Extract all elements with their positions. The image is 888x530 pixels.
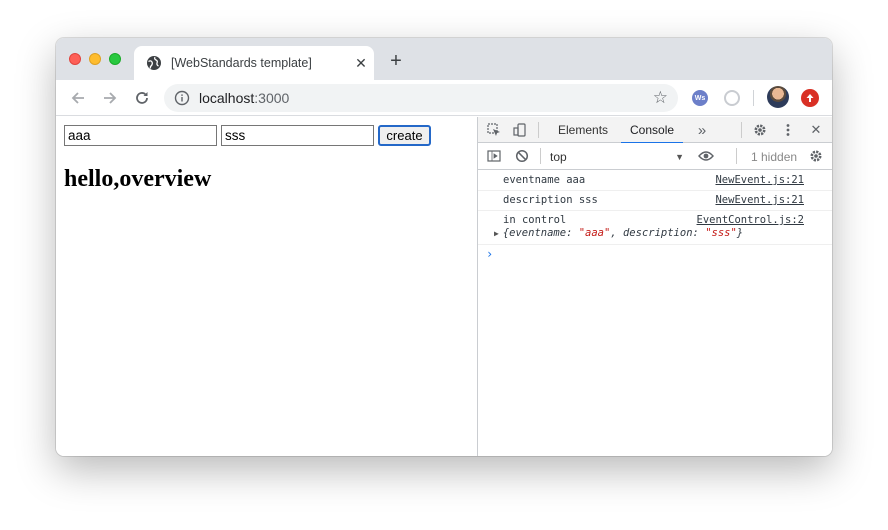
page-heading: hello,overview [64, 166, 212, 192]
reload-icon[interactable] [130, 86, 154, 110]
browser-tab[interactable]: [WebStandards template] ✕ [134, 46, 374, 80]
context-selector[interactable]: top ▼ [550, 149, 684, 165]
browser-toolbar: localhost:3000 ☆ Ws [56, 80, 832, 116]
url-port: :3000 [254, 90, 290, 106]
message-text: description sss [503, 194, 598, 206]
page-viewport: create hello,overview [56, 117, 477, 456]
live-expression-eye-icon[interactable] [698, 148, 714, 164]
devtools-divider [741, 122, 742, 138]
extension-ring-icon[interactable] [724, 90, 740, 106]
console-prompt[interactable]: › [478, 245, 832, 265]
eventname-input[interactable] [64, 125, 217, 146]
url-text: localhost:3000 [199, 90, 289, 106]
create-button[interactable]: create [378, 125, 431, 146]
expand-triangle-icon[interactable]: ▶ [494, 227, 499, 240]
close-window-button[interactable] [69, 53, 81, 65]
url-host: localhost [199, 90, 255, 106]
devtools-divider [538, 122, 539, 138]
bookmark-star-icon[interactable]: ☆ [653, 89, 668, 107]
message-text: eventname aaa [503, 174, 586, 186]
object-key: eventname [509, 227, 567, 239]
update-arrow-icon[interactable] [801, 89, 819, 107]
kebab-menu-icon[interactable] [780, 122, 796, 138]
address-bar[interactable]: localhost:3000 ☆ [164, 84, 678, 112]
profile-avatar[interactable] [767, 86, 789, 108]
dropdown-caret-icon: ▼ [675, 152, 684, 162]
tab-title: [WebStandards template] [171, 56, 312, 70]
prompt-chevron-icon: › [486, 247, 494, 261]
more-tabs-icon[interactable]: » [694, 122, 710, 139]
object-string-value: "aaa" [578, 227, 611, 239]
hidden-messages-count[interactable]: 1 hidden [751, 149, 797, 165]
devtools-panel: Elements Console » ✕ top ▼ 1 hidden even… [477, 117, 832, 456]
devtools-tab-bar: Elements Console » ✕ [478, 117, 832, 144]
title-bar: [WebStandards template] ✕ + [56, 38, 832, 80]
clear-console-icon[interactable] [514, 148, 530, 164]
message-source-link[interactable]: EventControl.js:2 [697, 214, 804, 227]
devtools-divider [736, 148, 737, 164]
console-toolbar: top ▼ 1 hidden [478, 143, 832, 170]
webstandards-extension-icon[interactable]: Ws [692, 90, 708, 106]
context-value: top [550, 150, 567, 164]
zoom-window-button[interactable] [109, 53, 121, 65]
device-toolbar-icon[interactable] [512, 122, 528, 138]
new-tab-button[interactable]: + [386, 50, 406, 72]
settings-gear-icon[interactable] [752, 122, 768, 138]
back-arrow-icon[interactable] [66, 86, 90, 110]
tab-elements[interactable]: Elements [549, 117, 617, 143]
browser-window: [WebStandards template] ✕ + localhost:30… [56, 38, 832, 456]
object-key: description [622, 227, 693, 239]
devtools-divider [540, 148, 541, 164]
tab-console[interactable]: Console [621, 117, 684, 144]
object-string-value: "sss" [705, 227, 737, 239]
description-input[interactable] [221, 125, 374, 146]
console-settings-gear-icon[interactable] [808, 148, 824, 164]
tab-close-icon[interactable]: ✕ [348, 55, 374, 72]
info-icon[interactable] [174, 90, 190, 106]
show-sidebar-icon[interactable] [486, 148, 502, 164]
globe-icon [147, 56, 161, 70]
forward-arrow-icon[interactable] [98, 86, 122, 110]
console-message: description sss NewEvent.js:21 [478, 191, 832, 211]
toolbar-divider [753, 90, 754, 106]
logged-object-preview[interactable]: ▶ {eventname: "aaa", description: "sss"} [494, 227, 808, 240]
devtools-close-icon[interactable]: ✕ [808, 122, 824, 138]
object-close-brace: } [736, 227, 744, 239]
console-message: in control EventControl.js:2 ▶ {eventnam… [478, 211, 832, 245]
console-message: eventname aaa NewEvent.js:21 [478, 171, 832, 191]
message-source-link[interactable]: NewEvent.js:21 [715, 174, 804, 187]
inspect-element-icon[interactable] [486, 122, 502, 138]
console-output: eventname aaa NewEvent.js:21 description… [478, 171, 832, 265]
minimize-window-button[interactable] [89, 53, 101, 65]
message-source-link[interactable]: NewEvent.js:21 [715, 194, 804, 207]
